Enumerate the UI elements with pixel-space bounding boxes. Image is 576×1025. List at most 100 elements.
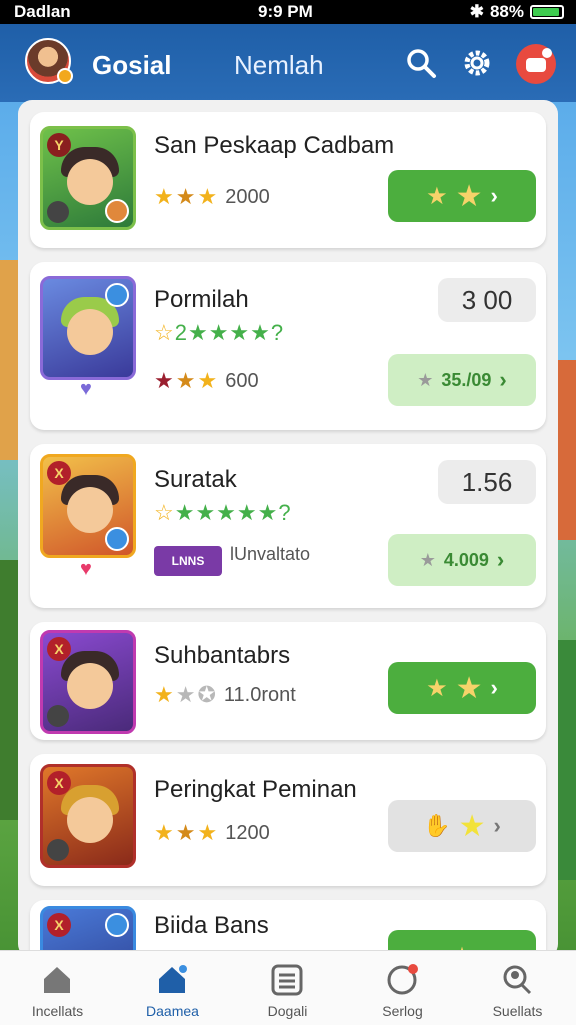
battery-percent: 88% [489, 2, 524, 21]
search-icon[interactable] [404, 46, 438, 80]
rank-badge-icon: Y [47, 133, 71, 157]
game-thumbnail: X [40, 764, 136, 868]
star-icon: ★ [458, 809, 486, 843]
price-button[interactable]: ★ 35./09 › [388, 354, 536, 406]
tab-daamea[interactable]: Daamea [115, 951, 230, 1025]
locked-button[interactable]: ✋ ★ › [388, 800, 536, 852]
star-rating: ★ ★ ★ 2000 [154, 184, 270, 210]
rank-badge-icon: X [47, 637, 71, 661]
list-item[interactable]: X ♥ Suratak ☆★★★★★? LNNS lUnvaltato 1.56… [30, 444, 546, 608]
tab-label: Incellats [31, 1003, 84, 1019]
game-name: Suratak [154, 466, 237, 493]
star-icon: ★ [455, 671, 483, 705]
game-subtitle: lUnvaltato [230, 544, 311, 564]
heart-icon[interactable]: ♥ [80, 558, 92, 581]
star-icon: ★ [154, 682, 174, 707]
star-icon: ✪ [197, 682, 216, 707]
star-icon: ★ [175, 184, 196, 209]
star-icon: ★ [426, 182, 448, 210]
star-icon: ★ [197, 820, 218, 845]
tab-label: Daamea [146, 1003, 199, 1019]
star-icon: ★ [154, 368, 174, 393]
star-icon: ★ [197, 368, 218, 393]
tab-label: Serlog [382, 1003, 423, 1019]
chevron-right-icon: › [499, 367, 507, 392]
tab-label: Suellats [492, 1003, 543, 1019]
tab-serlog[interactable]: Serlog [345, 951, 460, 1025]
rating-value: 11.0ront [223, 683, 296, 706]
chevron-right-icon: › [490, 675, 498, 700]
chevron-right-icon: › [490, 183, 498, 208]
list-item[interactable]: X Peringkat Peminan ★ ★ ★ 1200 ✋ ★ › [30, 754, 546, 886]
score-badge: 1.56 [438, 460, 536, 504]
game-tag: LNNS [154, 546, 222, 576]
shield-icon [105, 199, 129, 223]
star-icon: ★ [455, 179, 483, 213]
star-icon: ★ [154, 184, 174, 209]
star-rating: ★ ★ ✪ 11.0ront [154, 682, 296, 708]
tab-nemlah[interactable]: Nemlah [234, 50, 324, 81]
battery-icon [530, 5, 564, 19]
status-right: ✱ 88% [470, 2, 564, 22]
rank-badge-icon: X [47, 913, 71, 937]
tab-incellats[interactable]: Incellats [0, 951, 115, 1025]
price-label: 4.009 [443, 549, 489, 570]
list-item[interactable]: ♥ Pormilah ☆2★★★★? ★ ★ ★ 600 3 00 ★ 35./09… [30, 262, 546, 430]
avatar[interactable] [25, 38, 73, 84]
rank-badge-icon: X [47, 771, 71, 795]
bottom-tab-bar: Incellats Daamea Dogali Serlog Suellats [0, 950, 576, 1025]
weapon-icon [47, 201, 69, 223]
star-icon: ★ [175, 682, 196, 707]
list-item[interactable]: Y San Peskaap Cadbam ★ ★ ★ 2000 ★ ★ › [30, 112, 546, 248]
weapon-icon [47, 839, 69, 861]
rating-value: 600 [225, 369, 259, 392]
star-rating: ★ ★ ★ 600 [154, 368, 259, 394]
hand-icon: ✋ [423, 813, 451, 838]
page-title: Gosial [92, 50, 172, 80]
rank-badge-icon: X [47, 461, 71, 485]
game-thumbnail [40, 276, 136, 380]
weapon-icon [47, 705, 69, 727]
star-icon: ★ [175, 368, 196, 393]
game-thumbnail: X [40, 454, 136, 558]
game-name: Peringkat Peminan [154, 776, 357, 803]
game-name: San Peskaap Cadbam [154, 132, 395, 159]
level-stars: ☆2★★★★? [154, 320, 285, 345]
game-list-panel[interactable]: Y San Peskaap Cadbam ★ ★ ★ 2000 ★ ★ › ♥ Po… [18, 100, 558, 958]
home-icon [44, 967, 70, 993]
game-name: Suhbantabrs [154, 642, 291, 669]
profile-badge-icon [387, 964, 418, 995]
price-button[interactable]: ★ 4.009 › [388, 534, 536, 586]
price-label: 35./09 [441, 369, 492, 390]
star-icon: ★ [419, 549, 436, 570]
clock: 9:9 PM [258, 2, 313, 21]
chevron-right-icon: › [496, 547, 505, 572]
avatar-badge [57, 68, 73, 84]
game-name: Pormilah [154, 286, 249, 313]
game-name: Biida Bans [154, 912, 269, 939]
status-bar: Dadlan 9:9 PM ✱ 88% [0, 0, 576, 24]
star-icon: ★ [426, 674, 448, 702]
tab-dogali[interactable]: Dogali [230, 951, 345, 1025]
notification-button[interactable] [516, 44, 556, 84]
chevron-right-icon: › [493, 813, 501, 838]
carrier-label: Dadlan [14, 2, 71, 21]
app-header: Gosial Nemlah [0, 24, 576, 102]
game-thumbnail: X [40, 630, 136, 734]
play-button[interactable]: ★ ★ › [388, 662, 536, 714]
bluetooth-icon: ✱ [469, 2, 484, 21]
star-icon: ★ [154, 820, 174, 845]
list-item[interactable]: X Suhbantabrs ★ ★ ✪ 11.0ront ★ ★ › [30, 622, 546, 740]
star-icon: ★ [175, 820, 196, 845]
list-icon [271, 964, 303, 996]
tab-suellats[interactable]: Suellats [460, 951, 575, 1025]
tab-label: Dogali [267, 1003, 308, 1019]
gear-icon[interactable] [460, 46, 494, 80]
star-icon: ★ [197, 184, 218, 209]
heart-icon[interactable]: ♥ [80, 378, 92, 401]
play-button[interactable]: ★ ★ › [388, 170, 536, 222]
rating-value: 1200 [225, 821, 270, 844]
notification-dot [542, 48, 552, 58]
score-badge: 3 00 [438, 278, 536, 322]
person-search-icon [503, 965, 532, 995]
